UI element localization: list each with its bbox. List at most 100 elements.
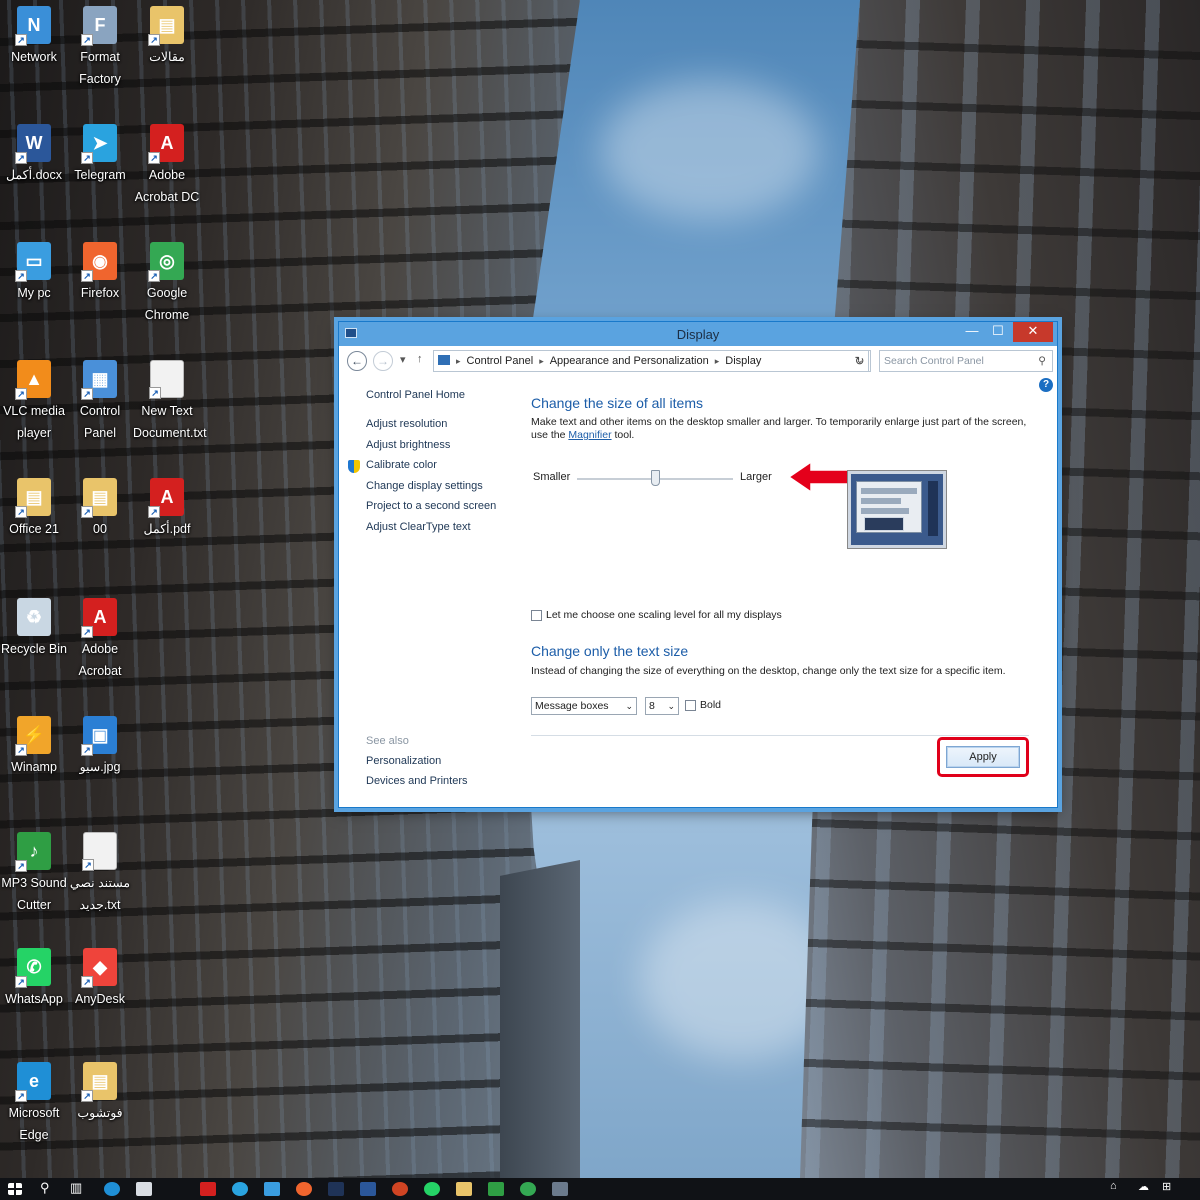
apply-button[interactable]: Apply — [946, 746, 1020, 768]
desktop-icon[interactable]: ♻ Recycle Bin — [0, 598, 68, 660]
desktop-icon-label: VLC media player — [3, 404, 65, 440]
project-second-screen-link[interactable]: Project to a second screen — [366, 500, 496, 513]
desktop-icon[interactable]: A ↗ أكمل.pdf — [133, 478, 201, 540]
desktop-icon[interactable]: ▦ ↗ Control Panel — [66, 360, 134, 444]
desktop-icon-label: Control Panel — [79, 404, 121, 440]
up-arrow-icon[interactable]: ↑ — [417, 353, 423, 365]
desktop-icon-label: أكمل.pdf — [143, 522, 191, 536]
app-icon: A ↗ — [81, 598, 117, 638]
title-bar[interactable]: Display — ☐ ✕ — [339, 322, 1057, 346]
taskbar-firefox-icon[interactable] — [296, 1182, 312, 1196]
refresh-button[interactable]: ↻ — [849, 350, 871, 372]
desktop-icon[interactable]: N ↗ Network — [0, 6, 68, 68]
red-arrow-annotation — [789, 460, 850, 494]
taskbar-acrobat-icon[interactable] — [200, 1182, 216, 1196]
taskbar-photos-icon[interactable] — [264, 1182, 280, 1196]
recent-locations-chevron-icon[interactable]: ▾ — [400, 353, 406, 366]
size-slider-track[interactable] — [577, 470, 733, 486]
desktop-icon[interactable]: ➤ ↗ Telegram — [66, 124, 134, 186]
breadcrumb-control-panel[interactable]: Control Panel — [467, 355, 534, 367]
back-button[interactable]: ← — [347, 351, 367, 371]
desktop-icon-label: 00 — [93, 522, 107, 536]
size-all-items-heading: Change the size of all items — [531, 395, 703, 411]
desktop-icon-label: AnyDesk — [74, 992, 126, 1006]
taskbar: ⚲ ▥ ⌂ ☁ ⊞ — [0, 1178, 1200, 1200]
network-tray-icon[interactable]: ⌂ — [1110, 1180, 1117, 1192]
taskbar-telegram-icon[interactable] — [232, 1182, 248, 1196]
taskbar-control-panel-icon[interactable] — [552, 1182, 568, 1196]
maximize-button[interactable]: ☐ — [985, 322, 1011, 342]
desktop-icon[interactable]: ▭ ↗ My pc — [0, 242, 68, 304]
devices-printers-link[interactable]: Devices and Printers — [366, 775, 468, 787]
display-preview-image — [847, 470, 947, 549]
desktop-icon[interactable]: ▤ ↗ مقالات — [133, 6, 201, 68]
size-slider-thumb[interactable] — [651, 470, 660, 486]
taskbar-whatsapp-icon[interactable] — [424, 1182, 440, 1196]
desktop-icon[interactable]: ↗ مستند نصي جديد.txt — [66, 832, 134, 916]
desktop-icon[interactable]: e ↗ Microsoft Edge — [0, 1062, 68, 1146]
app-icon: W ↗ — [15, 124, 51, 164]
desktop-icon-label: Google Chrome — [144, 286, 190, 322]
font-size-select[interactable]: 8 ⌄ — [645, 697, 679, 715]
search-icon[interactable]: ⚲ — [40, 1180, 50, 1196]
desktop-icon[interactable]: ◎ ↗ Google Chrome — [133, 242, 201, 326]
breadcrumb-appearance[interactable]: Appearance and Personalization — [550, 355, 709, 367]
shortcut-arrow-icon: ↗ — [15, 34, 27, 46]
desktop-icon[interactable]: ✆ ↗ WhatsApp — [0, 948, 68, 1010]
desktop-icon[interactable]: ▣ ↗ سيو.jpg — [66, 716, 134, 778]
address-bar[interactable]: ▸ Control Panel ▸ Appearance and Personaliz… — [433, 350, 869, 372]
forward-button[interactable]: → — [373, 351, 393, 371]
item-select[interactable]: Message boxes ⌄ — [531, 697, 637, 715]
scaling-checkbox[interactable] — [531, 609, 542, 621]
desktop-icon[interactable]: ⚡ ↗ Winamp — [0, 716, 68, 778]
desktop-icon[interactable]: ◉ ↗ Firefox — [66, 242, 134, 304]
desktop-icon[interactable]: ♪ ↗ MP3 Sound Cutter — [0, 832, 68, 916]
taskbar-edge-icon[interactable] — [104, 1182, 120, 1196]
taskbar-photoshop-icon[interactable] — [328, 1182, 344, 1196]
app-icon: A ↗ — [148, 124, 184, 164]
minimize-button[interactable]: — — [959, 322, 985, 342]
adjust-resolution-link[interactable]: Adjust resolution — [366, 418, 496, 431]
magnifier-link[interactable]: Magnifier — [568, 429, 611, 441]
shortcut-arrow-icon: ↗ — [81, 152, 93, 164]
task-view-icon[interactable]: ▥ — [70, 1180, 82, 1196]
start-button[interactable] — [8, 1183, 22, 1195]
calibrate-color-link[interactable]: Calibrate color — [366, 459, 496, 472]
close-button[interactable]: ✕ — [1013, 322, 1053, 342]
shortcut-arrow-icon: ↗ — [148, 34, 160, 46]
desktop-icon[interactable]: F ↗ Format Factory — [66, 6, 134, 90]
font-size-value: 8 — [649, 700, 655, 712]
bold-checkbox[interactable] — [685, 699, 696, 711]
app-icon: A ↗ — [148, 478, 184, 518]
desktop-icon[interactable]: ▤ ↗ فوتشوب — [66, 1062, 134, 1124]
change-display-settings-link[interactable]: Change display settings — [366, 480, 496, 493]
desktop-icon-label: Firefox — [80, 286, 120, 300]
desktop-icon[interactable]: W ↗ أكمل.docx — [0, 124, 68, 186]
search-input[interactable]: Search Control Panel ⚲ — [879, 350, 1053, 372]
adjust-brightness-link[interactable]: Adjust brightness — [366, 439, 496, 452]
taskbar-vscode-icon[interactable] — [488, 1182, 504, 1196]
taskbar-powerpoint-icon[interactable] — [392, 1182, 408, 1196]
desktop-icon[interactable]: ↗ New Text Document.txt — [133, 360, 207, 444]
desktop-icon[interactable]: ▲ ↗ VLC media player — [0, 360, 68, 444]
taskbar-chrome-icon[interactable] — [520, 1182, 536, 1196]
desktop-icon[interactable]: ▤ ↗ Office 21 — [0, 478, 68, 540]
help-icon[interactable]: ? — [1039, 378, 1053, 392]
breadcrumb-display[interactable]: Display — [725, 355, 761, 367]
control-panel-home-link[interactable]: Control Panel Home — [366, 389, 496, 401]
taskbar-word-icon[interactable] — [360, 1182, 376, 1196]
shortcut-arrow-icon: ↗ — [81, 976, 93, 988]
desktop-icon[interactable]: ▤ ↗ 00 — [66, 478, 134, 540]
taskbar-explorer-icon[interactable] — [456, 1182, 472, 1196]
shortcut-arrow-icon: ↗ — [81, 270, 93, 282]
personalization-link[interactable]: Personalization — [366, 755, 468, 767]
desktop-icon[interactable]: A ↗ Adobe Acrobat — [66, 598, 134, 682]
onedrive-tray-icon[interactable]: ☁ — [1138, 1180, 1149, 1193]
size-slider-row: Smaller Larger — [531, 468, 791, 492]
language-tray-icon[interactable]: ⊞ — [1162, 1180, 1171, 1193]
taskbar-store-icon[interactable] — [136, 1182, 152, 1196]
app-icon: N ↗ — [15, 6, 51, 46]
desktop-icon[interactable]: ◆ ↗ AnyDesk — [66, 948, 134, 1010]
adjust-cleartype-link[interactable]: Adjust ClearType text — [366, 521, 496, 534]
desktop-icon[interactable]: A ↗ Adobe Acrobat DC — [133, 124, 201, 208]
